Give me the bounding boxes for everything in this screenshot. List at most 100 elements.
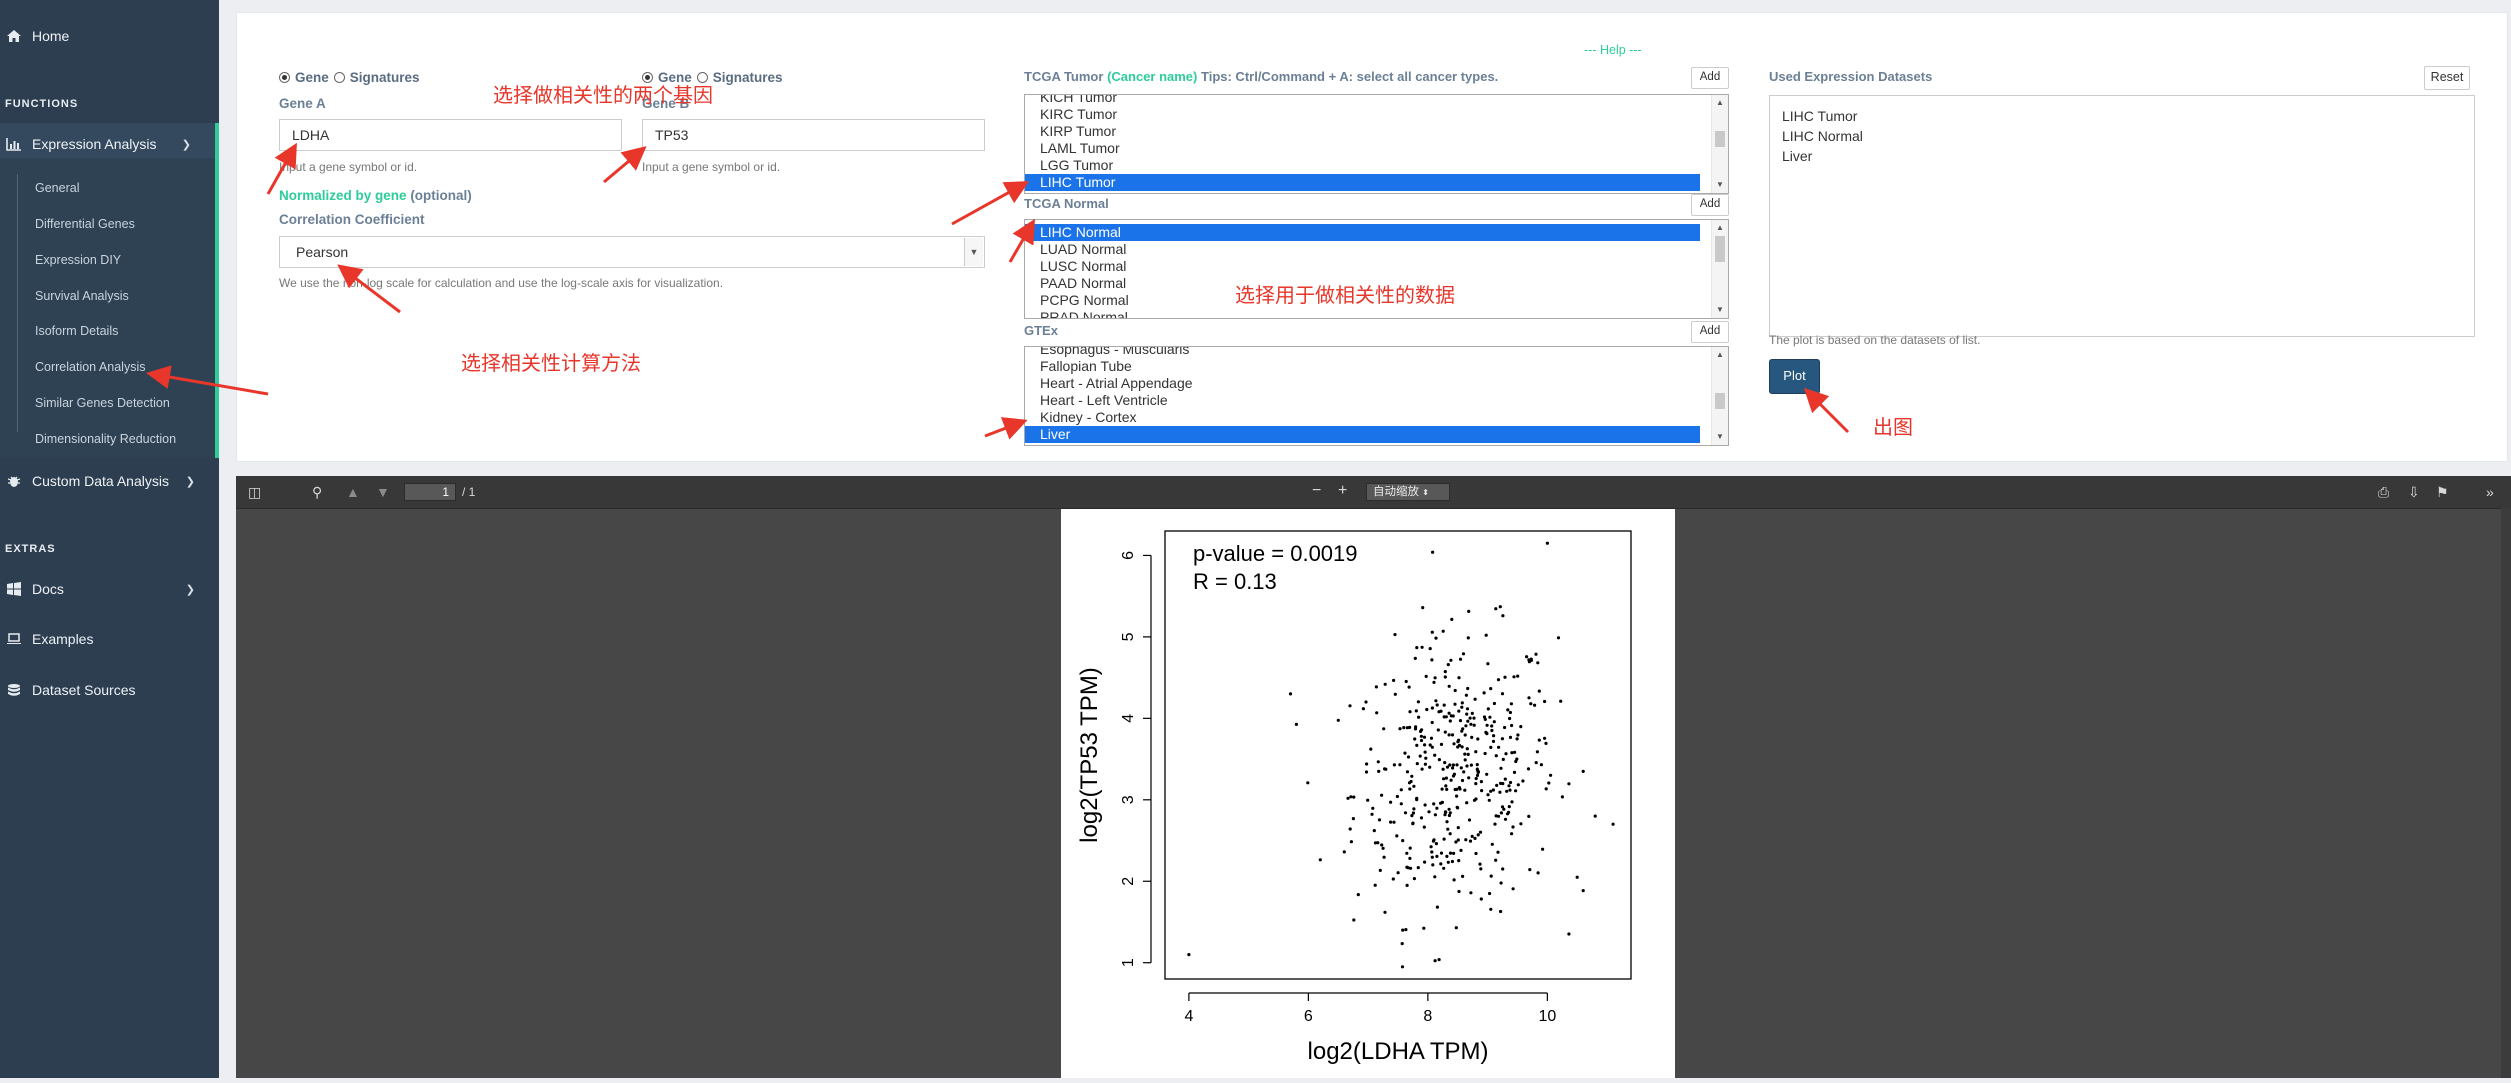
plot-frame — [1164, 530, 1632, 980]
scatter-point — [1460, 705, 1464, 709]
scatter-point — [1435, 854, 1439, 858]
sidebar-toggle-icon[interactable]: ◫ — [248, 484, 261, 501]
scatter-point — [1392, 763, 1396, 767]
scatter-point — [1479, 867, 1483, 871]
print-icon[interactable]: ⎙ — [2378, 484, 2389, 501]
scatter-point — [1398, 763, 1402, 767]
scatter-point — [1496, 678, 1501, 682]
scatter-point — [1475, 773, 1480, 777]
scatter-point — [1464, 693, 1468, 697]
arrow-gene-b — [603, 146, 647, 184]
scatter-point — [1494, 858, 1498, 862]
x-tick-label: 6 — [1304, 1008, 1313, 1025]
scatter-point — [1512, 770, 1517, 774]
scatter-point — [1393, 633, 1397, 637]
scatter-point — [1430, 630, 1434, 634]
x-axis-label: log2(LDHA TPM) — [1308, 1038, 1489, 1065]
viewer-scrollbar[interactable] — [2501, 508, 2511, 1078]
scatter-point — [1457, 889, 1461, 894]
scatter-point — [1447, 807, 1451, 811]
scatter-point — [1443, 730, 1447, 734]
scatter-point — [1509, 702, 1513, 706]
scatter-point — [1401, 839, 1405, 843]
scatter-point — [1417, 715, 1421, 719]
scatter-point — [1440, 787, 1444, 791]
scatter-point — [1430, 720, 1434, 725]
scatter-point — [1500, 737, 1504, 741]
pdf-toolbar: ◫ ⚲ ▲ ▼ 1 / 1 − + 自动缩放 ⬍ ⎙ ⇩ ⚑ » — [236, 476, 2511, 509]
download-icon[interactable]: ⇩ — [2408, 484, 2420, 501]
arrow-plot — [1803, 387, 1850, 434]
scatter-point — [1443, 761, 1447, 765]
scatter-point — [1507, 784, 1511, 788]
scatter-point — [1474, 797, 1478, 801]
zoom-select[interactable]: 自动缩放 ⬍ — [1366, 483, 1450, 501]
scatter-point — [1404, 928, 1408, 932]
scatter-point — [1451, 766, 1455, 770]
scatter-point — [1447, 711, 1451, 715]
scatter-point — [1428, 765, 1432, 769]
scatter-point — [1474, 776, 1478, 781]
scatter-point — [1527, 658, 1531, 662]
scatter-point — [1460, 745, 1464, 749]
search-icon[interactable]: ⚲ — [312, 484, 322, 501]
scatter-point — [1499, 881, 1503, 885]
scatter-point — [1419, 738, 1424, 743]
scatter-point — [1429, 845, 1433, 849]
scatter-point — [1501, 614, 1505, 618]
scatter-point — [1404, 679, 1408, 684]
scatter-point — [1498, 790, 1502, 794]
scatter-point — [1416, 866, 1420, 870]
scatter-point — [1348, 704, 1352, 708]
scatter-point — [1545, 541, 1549, 545]
zoom-out-icon[interactable]: − — [1312, 482, 1321, 500]
scatter-point — [1536, 661, 1540, 665]
scatter-point — [1475, 763, 1479, 767]
scatter-point — [1433, 959, 1437, 963]
scatter-point — [1424, 756, 1428, 760]
scatter-point — [1420, 767, 1424, 771]
scatter-point — [1470, 711, 1474, 715]
arrow-gene-a — [266, 142, 297, 195]
bookmark-icon[interactable]: ⚑ — [2436, 484, 2449, 501]
scatter-point — [1415, 646, 1419, 650]
scatter-point — [1349, 840, 1353, 844]
scatter-point — [1459, 766, 1463, 770]
scatter-point — [1412, 807, 1416, 811]
scatter-point — [1490, 728, 1494, 733]
scatter-point — [1433, 875, 1437, 879]
scatter-point — [1483, 751, 1487, 756]
next-page-icon[interactable]: ▼ — [376, 484, 390, 500]
scatter-point — [1463, 758, 1467, 762]
scatter-point — [1451, 763, 1455, 767]
scatter-point — [1452, 742, 1456, 746]
scatter-point — [1423, 860, 1427, 864]
tools-icon[interactable]: » — [2486, 484, 2494, 500]
scatter-point — [1448, 851, 1453, 855]
previous-page-icon[interactable]: ▲ — [346, 484, 360, 500]
scatter-point — [1465, 764, 1469, 768]
scatter-point — [1456, 826, 1460, 830]
scatter-point — [1465, 747, 1469, 751]
scatter-point — [1434, 842, 1438, 846]
scatter-point — [1434, 699, 1438, 703]
page-number-input[interactable]: 1 — [404, 483, 456, 501]
zoom-in-icon[interactable]: + — [1338, 482, 1347, 500]
scatter-point — [1492, 734, 1496, 738]
scatter-point — [1474, 750, 1478, 754]
scatter-point — [1383, 682, 1387, 686]
scatter-point — [1425, 707, 1429, 712]
scatter-point — [1369, 747, 1373, 751]
scatter-point — [1463, 752, 1467, 756]
scatter-point — [1443, 810, 1448, 814]
scatter-point — [1453, 702, 1457, 706]
scatter-point — [1494, 607, 1498, 611]
scatter-point — [1503, 675, 1507, 679]
scatter-point — [1458, 719, 1463, 723]
scatter-point — [1432, 838, 1436, 842]
scatter-point — [1377, 818, 1382, 822]
scatter-point — [1434, 636, 1438, 640]
scatter-point — [1508, 716, 1512, 721]
scatter-point — [1469, 891, 1473, 895]
scatter-point — [1430, 850, 1434, 854]
